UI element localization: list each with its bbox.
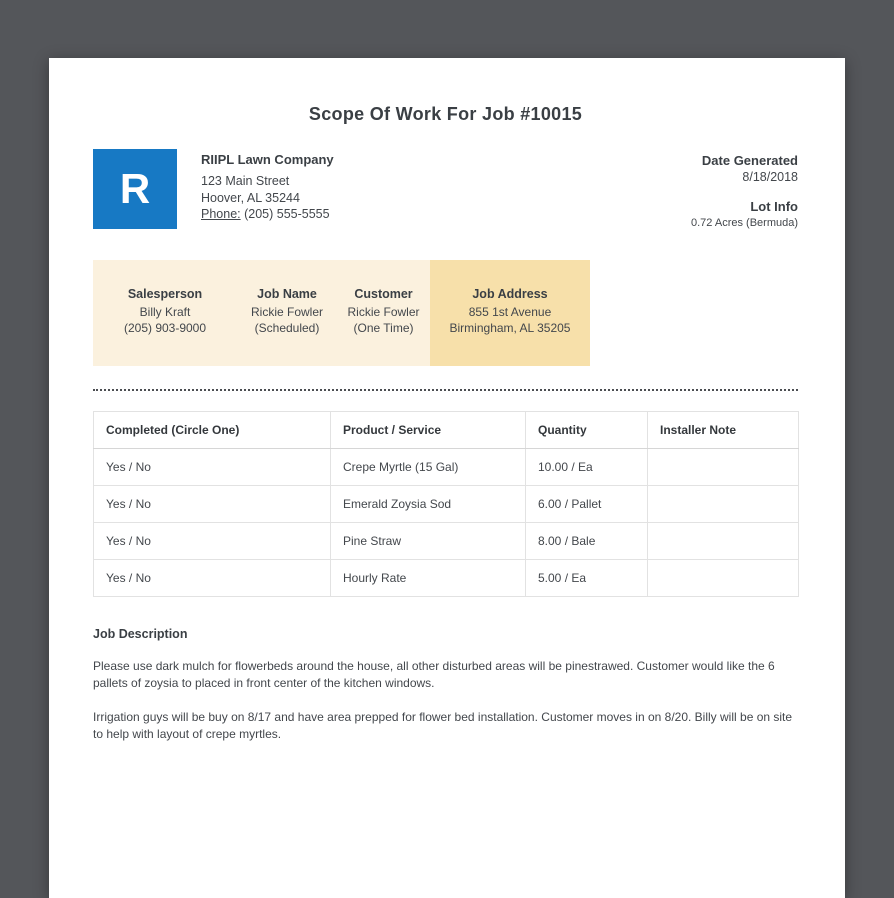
salesperson-label: Salesperson: [127, 287, 203, 301]
lot-info-label: Lot Info: [750, 199, 798, 214]
table-header-row: Completed (Circle One) Product / Service…: [93, 411, 799, 449]
cell-completed: Yes / No: [93, 485, 331, 523]
cell-quantity: 5.00 / Ea: [525, 559, 648, 597]
company-info: RIIPL Lawn Company 123 Main Street Hoove…: [201, 149, 334, 223]
cell-quantity: 6.00 / Pallet: [525, 485, 648, 523]
salesperson-name: Billy Kraft: [139, 305, 191, 319]
cell-product: Crepe Myrtle (15 Gal): [330, 448, 526, 486]
lot-info: Lot Info 0.72 Acres (Bermuda): [691, 198, 798, 232]
cell-installer-note: [647, 448, 799, 486]
page-title: Scope Of Work For Job #10015: [308, 104, 583, 124]
date-generated-label: Date Generated: [701, 153, 798, 168]
cell-quantity: 8.00 / Bale: [525, 522, 648, 560]
job-description-paragraph: Irrigation guys will be buy on 8/17 and …: [93, 710, 793, 741]
table-row: Yes / No Crepe Myrtle (15 Gal) 10.00 / E…: [93, 448, 799, 486]
date-generated: Date Generated 8/18/2018: [691, 152, 798, 186]
cell-completed: Yes / No: [93, 559, 331, 597]
table-row: Yes / No Emerald Zoysia Sod 6.00 / Palle…: [93, 485, 799, 523]
meta-block: Date Generated 8/18/2018 Lot Info 0.72 A…: [691, 149, 798, 232]
job-description-heading: Job Description: [93, 627, 188, 641]
phone-label: Phone:: [201, 207, 241, 221]
logo-letter: R: [119, 165, 151, 212]
cell-installer-note: [647, 485, 799, 523]
job-info-salesperson: Salesperson Billy Kraft (205) 903-9000: [93, 260, 237, 366]
customer-type: (One Time): [353, 321, 414, 335]
customer-label: Customer: [354, 287, 413, 301]
customer-name: Rickie Fowler: [347, 305, 420, 319]
cell-product: Hourly Rate: [330, 559, 526, 597]
job-info-customer: Customer Rickie Fowler (One Time): [337, 260, 430, 366]
job-name-label: Job Name: [257, 287, 317, 301]
document-page: Scope Of Work For Job #10015 R RIIPL Law…: [49, 58, 845, 898]
company-phone: Phone: (205) 555-5555: [201, 206, 334, 223]
company-address-line2: Hoover, AL 35244: [201, 190, 300, 205]
phone-value: (205) 555-5555: [244, 207, 330, 221]
cell-product: Emerald Zoysia Sod: [330, 485, 526, 523]
job-name-value: Rickie Fowler: [250, 305, 323, 319]
company-name: RIIPL Lawn Company: [201, 152, 334, 167]
dotted-divider: [93, 389, 798, 391]
cell-installer-note: [647, 522, 799, 560]
job-address-label: Job Address: [472, 287, 548, 301]
job-description-paragraph: Please use dark mulch for flowerbeds aro…: [93, 659, 775, 690]
job-info-band: Salesperson Billy Kraft (205) 903-9000 J…: [93, 260, 590, 366]
scope-of-work-table: Completed (Circle One) Product / Service…: [93, 411, 799, 597]
table-row: Yes / No Hourly Rate 5.00 / Ea: [93, 559, 799, 597]
company-block: R RIIPL Lawn Company 123 Main Street Hoo…: [93, 149, 334, 229]
job-name-status: (Scheduled): [254, 321, 320, 335]
table-row: Yes / No Pine Straw 8.00 / Bale: [93, 522, 799, 560]
header-quantity: Quantity: [525, 411, 648, 449]
job-address-line1: 855 1st Avenue: [468, 305, 552, 319]
salesperson-phone: (205) 903-9000: [123, 321, 207, 335]
cell-quantity: 10.00 / Ea: [525, 448, 648, 486]
cell-completed: Yes / No: [93, 522, 331, 560]
company-logo: R: [93, 149, 177, 229]
header-installer-note: Installer Note: [647, 411, 799, 449]
document-header: R RIIPL Lawn Company 123 Main Street Hoo…: [93, 149, 798, 232]
header-completed: Completed (Circle One): [93, 411, 331, 449]
cell-installer-note: [647, 559, 799, 597]
header-product-service: Product / Service: [330, 411, 526, 449]
company-address-line1: 123 Main Street: [201, 174, 290, 188]
cell-completed: Yes / No: [93, 448, 331, 486]
job-address-line2: Birmingham, AL 35205: [449, 321, 571, 335]
job-info-job-address: Job Address 855 1st Avenue Birmingham, A…: [430, 260, 590, 366]
lot-info-value: 0.72 Acres (Bermuda): [691, 217, 798, 229]
cell-product: Pine Straw: [330, 522, 526, 560]
job-info-job-name: Job Name Rickie Fowler (Scheduled): [237, 260, 337, 366]
date-generated-value: 8/18/2018: [742, 170, 798, 184]
